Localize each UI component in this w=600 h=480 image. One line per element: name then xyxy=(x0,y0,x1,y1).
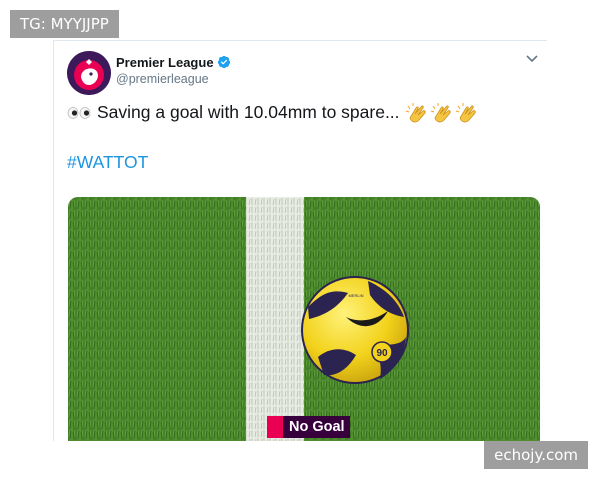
author-name-text[interactable]: Premier League xyxy=(116,55,214,70)
premier-league-lion-icon xyxy=(67,51,111,95)
tweet-media-image[interactable]: 90 MERLIN xyxy=(68,197,540,441)
ball-badge-label: 90 xyxy=(376,348,388,359)
goal-line-image: 90 MERLIN xyxy=(68,197,540,441)
premier-league-mark-icon xyxy=(267,416,283,438)
watermark-top-left: TG: MYYJJPP xyxy=(10,10,119,38)
ball-brand-label: MERLIN xyxy=(348,293,363,298)
author-name[interactable]: Premier League xyxy=(116,55,231,70)
goal-line xyxy=(246,197,304,441)
clapping-hands-icon xyxy=(431,103,452,123)
no-goal-label: No Goal xyxy=(267,416,350,438)
author-handle[interactable]: @premierleague xyxy=(116,72,209,86)
clapping-hands-icon xyxy=(406,103,427,123)
verified-badge-icon xyxy=(217,55,230,69)
football-icon: 90 MERLIN xyxy=(301,276,409,384)
tweet-text: Saving a goal with 10.04mm to spare... xyxy=(67,102,479,124)
hashtag-link[interactable]: #WATTOT xyxy=(67,152,148,173)
tweet-card[interactable]: Premier League @premierleague Saving a g… xyxy=(53,40,547,441)
clapping-hands-icon xyxy=(456,103,477,123)
avatar[interactable] xyxy=(67,51,111,95)
tweet-body-text: Saving a goal with 10.04mm to spare... xyxy=(97,102,400,122)
watermark-bottom-right: echojy.com xyxy=(484,441,588,469)
chevron-down-icon[interactable] xyxy=(525,54,539,64)
eyes-icon xyxy=(67,107,91,120)
no-goal-text: No Goal xyxy=(289,419,345,435)
